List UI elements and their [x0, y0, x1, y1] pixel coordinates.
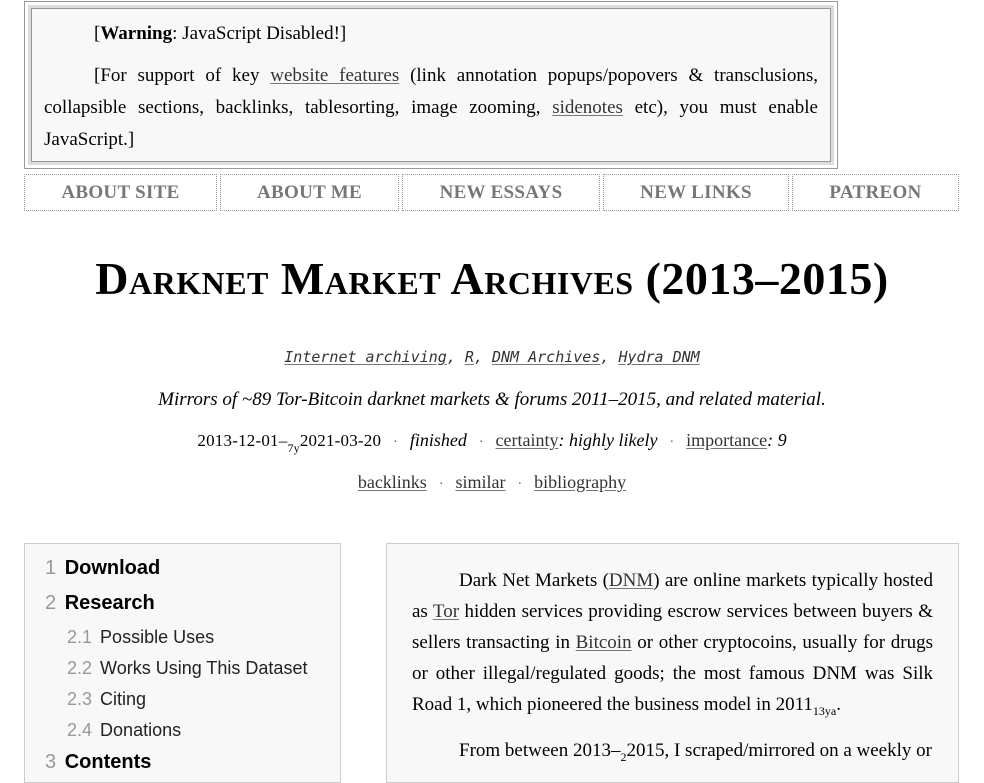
certainty-link[interactable]: certainty: [496, 430, 559, 450]
toc-item-research[interactable]: 2 Research: [45, 591, 340, 615]
tag-internet-archiving[interactable]: Internet archiving: [284, 348, 447, 366]
date-span: 7y: [287, 441, 300, 455]
nav-new-links[interactable]: NEW LINKS: [603, 174, 789, 211]
tag-r[interactable]: R: [465, 348, 474, 366]
toc-label: Contents: [64, 751, 152, 773]
tag-dnm-archives[interactable]: DNM Archives: [492, 348, 600, 366]
nav-about-site[interactable]: ABOUT SITE: [24, 174, 217, 211]
links-separator: ·: [517, 477, 523, 492]
date-end: 2021-03-20: [299, 431, 382, 450]
toc-number: 2: [45, 592, 57, 614]
toc-item-possible-uses[interactable]: 2.1 Possible Uses: [45, 626, 340, 648]
nav-about-me[interactable]: ABOUT ME: [220, 174, 399, 211]
toc-number: 3: [45, 751, 57, 773]
links-separator: ·: [438, 477, 444, 492]
toc-item-download[interactable]: 1 Download: [45, 556, 340, 580]
js-warning-box: [Warning: JavaScript Disabled!] [For sup…: [24, 1, 838, 169]
warning-label: Warning: [100, 23, 173, 44]
nav-new-essays[interactable]: NEW ESSAYS: [402, 174, 600, 211]
importance-link[interactable]: importance: [686, 430, 767, 450]
meta-separator: ·: [669, 435, 675, 450]
date-start: 2013-12-01: [197, 431, 279, 450]
support-text: [For support of key: [94, 65, 271, 86]
toc-label: Download: [64, 557, 161, 579]
date-range: 2013-12-01–7y2021-03-20: [197, 431, 382, 455]
tag-separator: ,: [473, 348, 483, 366]
js-warning-support: [For support of key website features (li…: [44, 60, 818, 156]
toc-item-contents[interactable]: 3 Contents: [45, 750, 340, 774]
nav-patreon[interactable]: PATREON: [792, 174, 959, 211]
toc-label: Donations: [100, 720, 182, 740]
toc-number: 2.3: [67, 689, 93, 709]
tor-link[interactable]: Tor: [433, 601, 459, 622]
similar-link[interactable]: similar: [456, 472, 506, 492]
bibliography-link[interactable]: bibliography: [534, 472, 626, 492]
toc-number: 2.2: [67, 658, 93, 678]
abstract-paragraph: From between 2013–22015, I scraped/mirro…: [412, 735, 933, 773]
abstract-text: From between 2013: [459, 740, 611, 761]
tag-separator: ,: [600, 348, 610, 366]
abstract-text: 2015, I scraped/mirrored on a weekly or: [626, 740, 932, 761]
tag-separator: ,: [446, 348, 456, 366]
abstract-text: .: [836, 694, 841, 715]
toc-label: Citing: [100, 689, 147, 709]
page-description: Mirrors of ~89 Tor-Bitcoin darknet marke…: [158, 389, 826, 410]
certainty-value: : highly likely: [558, 430, 658, 450]
toc-number: 1: [45, 557, 57, 579]
table-of-contents: 1 Download 2 Research 2.1 Possible Uses …: [24, 543, 341, 783]
toc-item-citing[interactable]: 2.3 Citing: [45, 688, 340, 710]
toc-label: Possible Uses: [100, 627, 215, 647]
abstract-paragraph: Dark Net Markets (DNM) are online market…: [412, 565, 933, 727]
meta-separator: ·: [393, 435, 398, 450]
meta-separator: ·: [478, 435, 484, 450]
toc-number: 2.4: [67, 720, 93, 740]
website-features-link[interactable]: website features: [270, 65, 399, 86]
toc-number: 2.1: [67, 627, 93, 647]
abstract-text: Dark Net Markets (: [459, 570, 609, 591]
bitcoin-link[interactable]: Bitcoin: [576, 632, 632, 653]
toc-label: Research: [64, 592, 155, 614]
page-links: backlinks · similar · bibliography: [0, 472, 984, 493]
page-metadata: 2013-12-01–7y2021-03-20 · finished · certain…: [0, 430, 984, 456]
page-title: Darknet Market Archives (2013–2015): [95, 253, 889, 304]
abstract-box: Dark Net Markets (DNM) are online market…: [386, 543, 959, 783]
dnm-link[interactable]: DNM: [609, 570, 653, 591]
site-navigation: ABOUT SITE ABOUT ME NEW ESSAYS NEW LINKS…: [24, 174, 959, 211]
toc-item-donations[interactable]: 2.4 Donations: [45, 719, 340, 741]
toc-label: Works Using This Dataset: [100, 658, 308, 678]
backlinks-link[interactable]: backlinks: [358, 472, 427, 492]
sidenotes-link[interactable]: sidenotes: [552, 97, 623, 118]
status-finished: finished: [409, 430, 467, 450]
toc-item-works-using-dataset[interactable]: 2.2 Works Using This Dataset: [45, 657, 340, 679]
years-ago-subscript: 13ya: [812, 704, 837, 718]
importance-value: : 9: [767, 430, 787, 450]
tag-list: Internet archiving, R, DNM Archives, Hyd…: [0, 348, 984, 366]
js-warning-heading: [Warning: JavaScript Disabled!]: [44, 18, 818, 50]
tag-hydra-dnm[interactable]: Hydra DNM: [618, 348, 699, 366]
warning-text: : JavaScript Disabled!]: [172, 23, 347, 44]
js-warning-inner: [Warning: JavaScript Disabled!] [For sup…: [28, 5, 834, 165]
